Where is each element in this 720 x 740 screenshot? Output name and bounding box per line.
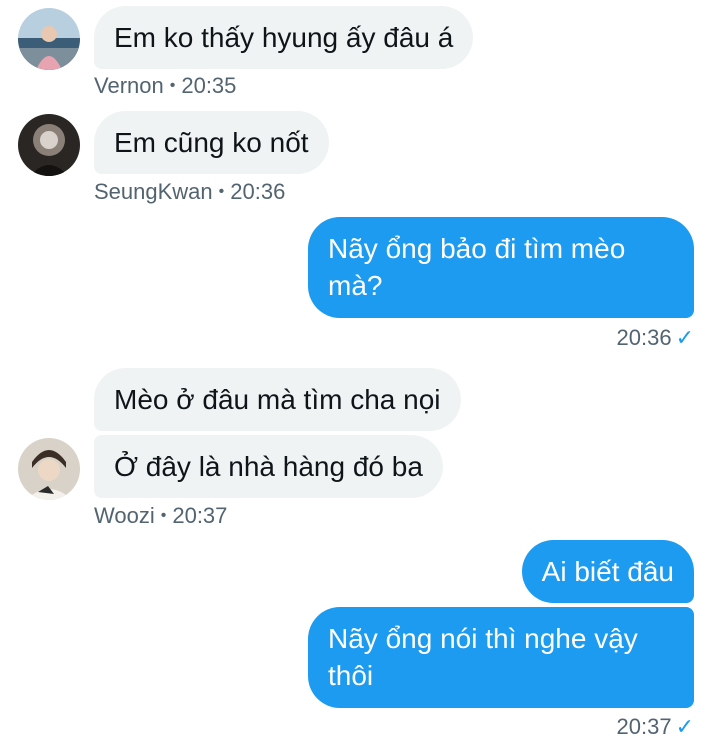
sender-name[interactable]: Woozi (94, 503, 155, 528)
timestamp: 20:37 (616, 714, 672, 739)
message-bubble[interactable]: Nãy ổng bảo đi tìm mèo mà? (308, 217, 694, 318)
message-bubble[interactable]: Em ko thấy hyung ấy đâu á (94, 6, 474, 69)
sender-name[interactable]: Vernon (94, 73, 164, 98)
timestamp: 20:35 (181, 73, 237, 98)
message-bubble[interactable]: Ai biết đâu (521, 540, 694, 603)
message-meta: SeungKwan • 20:36 (94, 179, 285, 208)
message-text: Mèo ở đâu mà tìm cha nọi (114, 384, 441, 415)
separator-dot: • (218, 183, 225, 200)
timestamp: 20:36 (616, 325, 672, 350)
message-text: Nãy ổng bảo đi tìm mèo mà? (328, 233, 626, 301)
avatar-woozi[interactable] (18, 438, 80, 500)
message-text: Ở đây là nhà hàng đó ba (114, 451, 423, 482)
check-icon: ✓ (675, 325, 694, 350)
message-bubble[interactable]: Ở đây là nhà hàng đó ba (94, 435, 443, 498)
separator-dot: • (169, 77, 176, 94)
avatar-vernon[interactable] (18, 8, 80, 70)
separator-dot: • (160, 507, 167, 524)
message-text: Em ko thấy hyung ấy đâu á (114, 22, 454, 53)
avatar-seungkwan[interactable] (18, 114, 80, 176)
message-meta: 20:37 ✓ (617, 714, 695, 740)
message-text: Ai biết đâu (541, 556, 674, 587)
message-text: Nãy ổng nói thì nghe vậy thôi (328, 623, 638, 691)
message-bubble[interactable]: Mèo ở đâu mà tìm cha nọi (94, 368, 461, 431)
check-icon: ✓ (675, 714, 694, 739)
message-bubble[interactable]: Nãy ổng nói thì nghe vậy thôi (308, 607, 694, 708)
message-bubble[interactable]: Em cũng ko nốt (94, 111, 329, 174)
timestamp: 20:37 (172, 503, 228, 528)
message-meta: Woozi • 20:37 (94, 503, 227, 532)
message-meta: Vernon • 20:35 (94, 73, 236, 102)
message-meta: 20:36 ✓ (617, 325, 695, 351)
message-text: Em cũng ko nốt (114, 127, 309, 158)
timestamp: 20:36 (230, 179, 286, 204)
sender-name[interactable]: SeungKwan (94, 179, 213, 204)
